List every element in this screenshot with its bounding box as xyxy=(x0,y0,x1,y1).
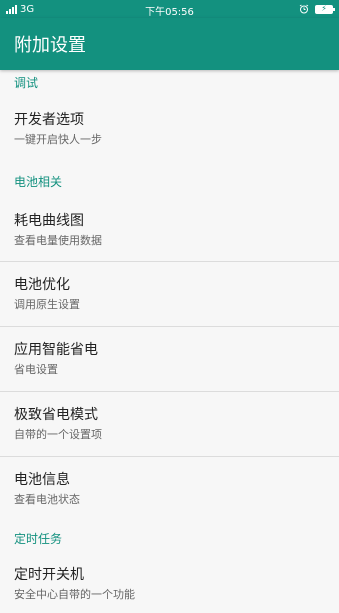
item-title: 耗电曲线图 xyxy=(14,212,84,229)
status-time: 下午05:56 xyxy=(145,7,194,18)
item-subtitle: 自带的一个设置项 xyxy=(14,428,102,441)
list-item-power-curve[interactable]: 耗电曲线图 查看电量使用数据 xyxy=(0,198,339,262)
section-header-debug: 调试 xyxy=(14,75,39,90)
list-item-developer-options[interactable]: 开发者选项 一键开启快人一步 xyxy=(0,94,339,164)
app-bar: 附加设置 xyxy=(0,18,339,70)
item-subtitle: 调用原生设置 xyxy=(14,298,80,311)
list-item-smart-power-saving[interactable]: 应用智能省电 省电设置 xyxy=(0,327,339,392)
item-title: 极致省电模式 xyxy=(14,407,98,423)
battery-charging-icon: ⚡ xyxy=(315,4,335,14)
page-title: 附加设置 xyxy=(14,35,86,56)
item-subtitle: 一键开启快人一步 xyxy=(14,133,102,146)
status-bar: 3G 下午05:56 ⚡ xyxy=(0,0,339,18)
item-title: 开发者选项 xyxy=(14,112,84,128)
settings-list: 调试 开发者选项 一键开启快人一步 电池相关 耗电曲线图 查看电量使用数据 电池… xyxy=(0,70,339,613)
list-item-scheduled-power[interactable]: 定时开关机 安全中心自带的一个功能 xyxy=(0,555,339,613)
list-item-battery-optimization[interactable]: 电池优化 调用原生设置 xyxy=(0,262,339,327)
item-subtitle: 省电设置 xyxy=(14,363,58,376)
item-title: 电池信息 xyxy=(14,472,70,488)
item-title: 电池优化 xyxy=(14,277,70,293)
list-item-battery-info[interactable]: 电池信息 查看电池状态 xyxy=(0,457,339,521)
section-header-timer: 定时任务 xyxy=(14,531,63,546)
list-item-extreme-power-saving[interactable]: 极致省电模式 自带的一个设置项 xyxy=(0,392,339,457)
section-header-battery: 电池相关 xyxy=(14,174,63,189)
item-title: 定时开关机 xyxy=(14,567,84,583)
item-subtitle: 查看电池状态 xyxy=(14,493,80,506)
item-title: 应用智能省电 xyxy=(14,342,98,358)
item-subtitle: 查看电量使用数据 xyxy=(14,233,102,247)
